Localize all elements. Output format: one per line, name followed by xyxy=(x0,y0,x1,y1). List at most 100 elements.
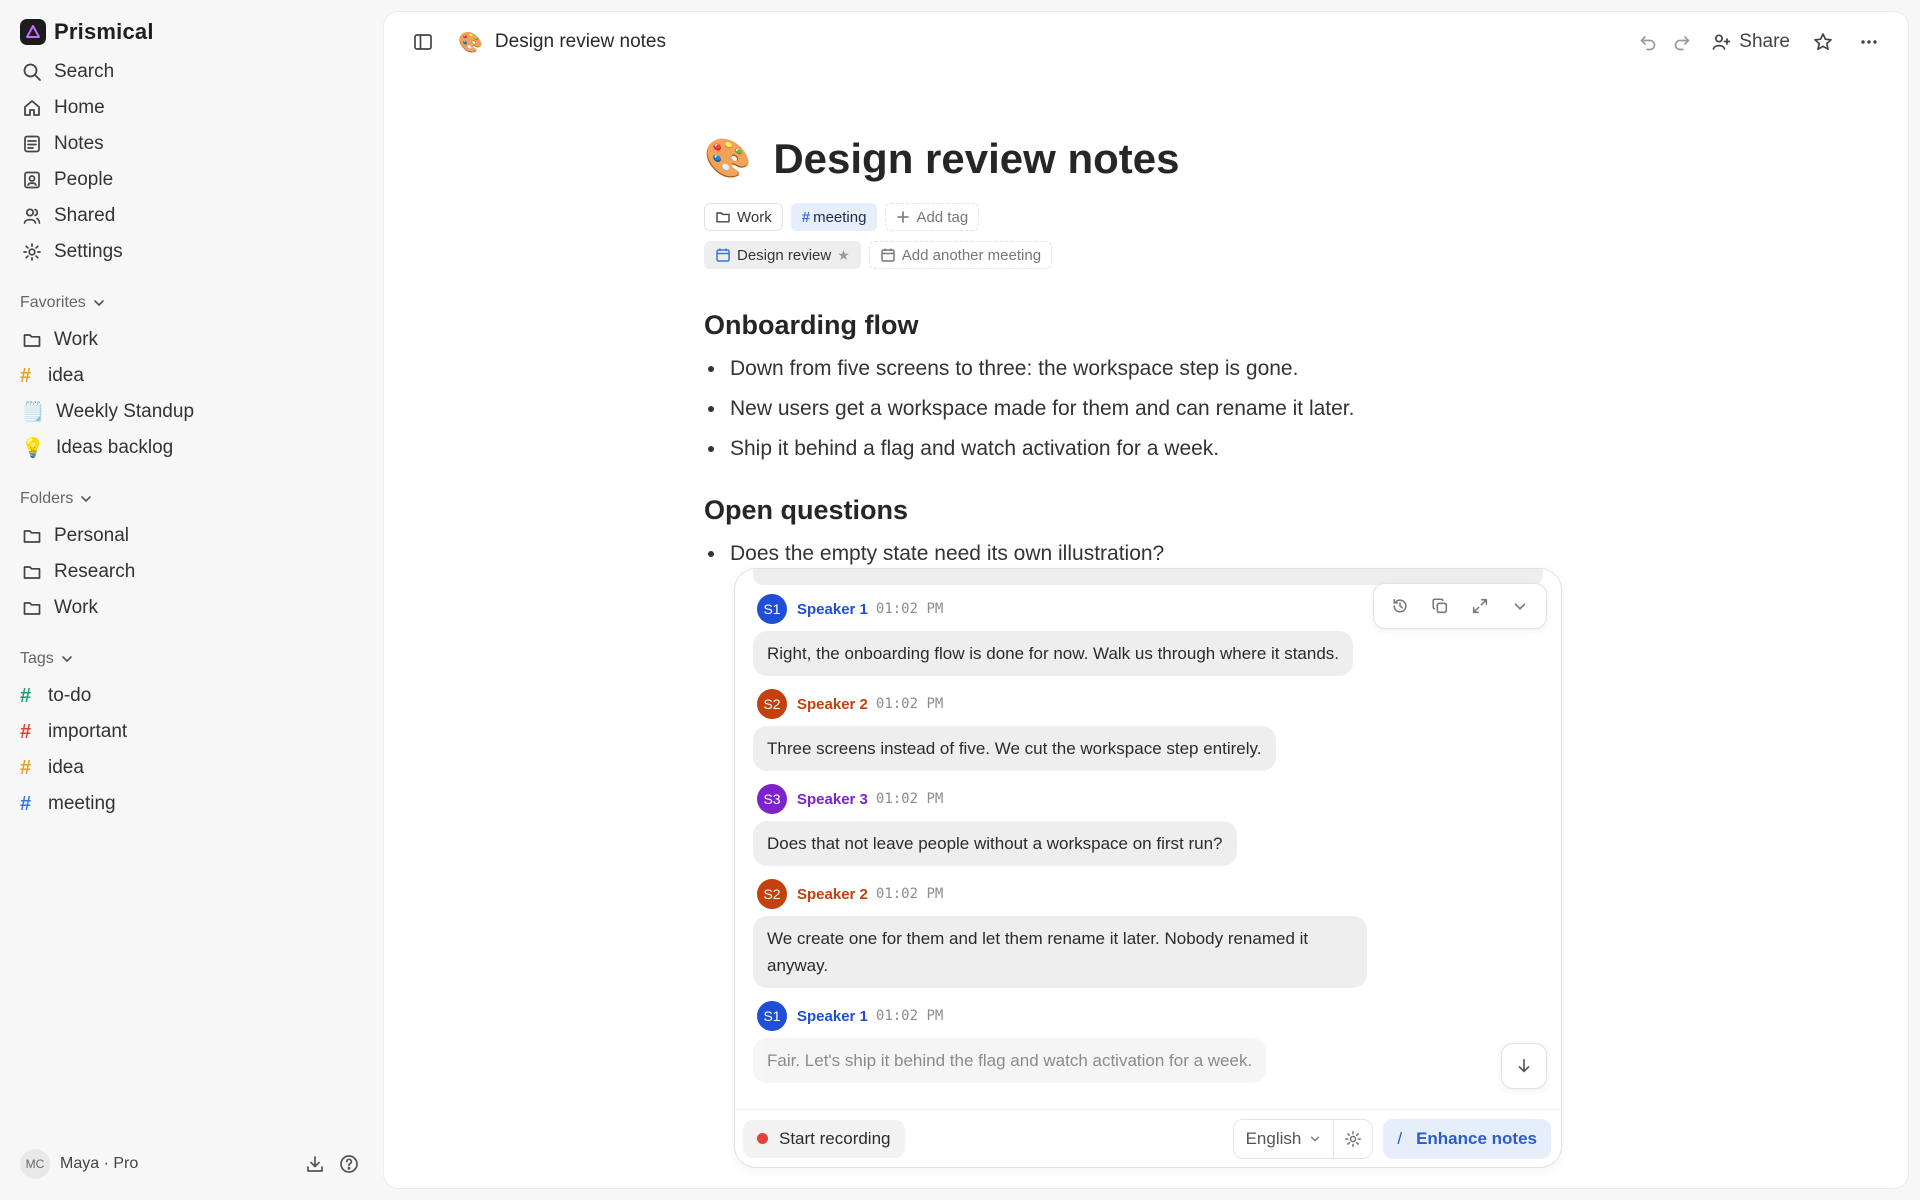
folder-item-research[interactable]: Research xyxy=(20,554,366,590)
tag-item-important[interactable]: # important xyxy=(20,714,366,750)
speaker-name[interactable]: Speaker 3 xyxy=(797,791,868,808)
collapse-button[interactable] xyxy=(1500,588,1540,624)
share-button[interactable]: Share xyxy=(1711,31,1790,53)
history-button[interactable] xyxy=(1380,588,1420,624)
chevron-down-icon xyxy=(93,300,104,307)
tag-chip-meeting[interactable]: # meeting xyxy=(790,203,878,231)
message-time: 01:02 PM xyxy=(875,791,944,807)
favorite-item-work[interactable]: Work xyxy=(20,322,366,358)
download-icon xyxy=(307,1156,323,1172)
language-select[interactable]: English xyxy=(1234,1119,1335,1158)
folder-item-personal[interactable]: Personal xyxy=(20,518,366,554)
folder-icon xyxy=(20,560,44,584)
nav-shared[interactable]: Shared xyxy=(20,198,366,234)
notes-icon xyxy=(20,132,44,156)
nav-search[interactable]: Search xyxy=(20,54,366,90)
chevron-down-icon xyxy=(1514,603,1526,610)
document-title-row: 🎨 Design review notes xyxy=(704,124,1604,194)
nav-label: Home xyxy=(54,97,105,118)
shortcut-hint: / xyxy=(1397,1128,1403,1148)
toggle-sidebar-button[interactable] xyxy=(406,25,440,59)
message-bubble: Right, the onboarding flow is done for n… xyxy=(753,631,1354,676)
nav-settings[interactable]: Settings xyxy=(20,234,366,270)
meeting-chip[interactable]: Design review ★ xyxy=(704,241,861,269)
expand-icon xyxy=(1472,598,1488,614)
section-heading[interactable]: Onboarding flow xyxy=(704,310,1604,341)
folder-chip-label: Work xyxy=(737,208,772,226)
message-time: 01:02 PM xyxy=(875,696,944,712)
speaker-name[interactable]: Speaker 1 xyxy=(797,601,868,618)
start-recording-button[interactable]: Start recording xyxy=(743,1119,905,1158)
start-recording-label: Start recording xyxy=(779,1128,891,1148)
download-button[interactable] xyxy=(298,1147,332,1181)
people-icon xyxy=(20,168,44,192)
tag-label: idea xyxy=(48,757,84,778)
favorite-item-ideas-backlog[interactable]: 💡 Ideas backlog xyxy=(20,430,366,466)
speaker-name[interactable]: Speaker 2 xyxy=(797,696,868,713)
chevron-down-icon xyxy=(81,496,92,503)
record-dot-icon xyxy=(757,1133,768,1144)
transcription-settings-button[interactable] xyxy=(1334,1120,1372,1158)
scroll-to-bottom-button[interactable] xyxy=(1501,1043,1547,1089)
more-horizontal-icon xyxy=(1861,40,1877,44)
app-name: Prismical xyxy=(54,19,154,44)
expand-button[interactable] xyxy=(1460,588,1500,624)
enhance-notes-button[interactable]: / Enhance notes xyxy=(1383,1118,1551,1159)
more-button[interactable] xyxy=(1852,25,1886,59)
add-tag-button[interactable]: Add tag xyxy=(885,203,980,231)
nav-notes[interactable]: Notes xyxy=(20,126,366,162)
nav-people[interactable]: People xyxy=(20,162,366,198)
speaker-name[interactable]: Speaker 2 xyxy=(797,886,868,903)
help-button[interactable] xyxy=(332,1147,366,1181)
folder-chip[interactable]: Work xyxy=(704,203,783,231)
tag-item-meeting[interactable]: # meeting xyxy=(20,786,366,822)
transcript-message: S1 Speaker 1 01:02 PM Fair. Let's ship i… xyxy=(753,1000,1533,1083)
redo-button[interactable] xyxy=(1665,25,1699,59)
message-time: 01:02 PM xyxy=(875,886,944,902)
note-emoji-icon: 🎨 xyxy=(458,31,483,54)
undo-icon xyxy=(1640,36,1656,51)
favorite-item-weekly-standup[interactable]: 🗒️ Weekly Standup xyxy=(20,394,366,430)
language-value: English xyxy=(1245,1128,1302,1148)
section-heading[interactable]: Open questions xyxy=(704,495,1604,526)
transcript-toolbar xyxy=(1373,583,1547,629)
document-title[interactable]: Design review notes xyxy=(773,135,1179,183)
nav-home[interactable]: Home xyxy=(20,90,366,126)
folder-item-work[interactable]: Work xyxy=(20,590,366,626)
hash-icon: # xyxy=(20,756,32,779)
transcript-messages: S1 Speaker 1 01:02 PM Right, the onboard… xyxy=(753,593,1533,1095)
breadcrumb-title[interactable]: Design review notes xyxy=(495,31,666,53)
avatar[interactable]: MC xyxy=(20,1149,50,1179)
document-emoji-icon[interactable]: 🎨 xyxy=(704,137,751,181)
shared-users-icon xyxy=(20,204,44,228)
favorite-label: Work xyxy=(54,329,98,350)
message-bubble: Fair. Let's ship it behind the flag and … xyxy=(753,1038,1267,1083)
add-meeting-button[interactable]: Add another meeting xyxy=(868,241,1053,269)
add-tag-label: Add tag xyxy=(916,208,969,226)
star-icon: ★ xyxy=(837,246,850,263)
tags-header[interactable]: Tags xyxy=(20,644,366,674)
favorite-button[interactable] xyxy=(1806,25,1840,59)
undo-button[interactable] xyxy=(1631,25,1665,59)
transcript-panel: S1 Speaker 1 01:02 PM Right, the onboard… xyxy=(734,568,1562,1168)
speaker-name[interactable]: Speaker 1 xyxy=(797,1008,868,1025)
bullet-item[interactable]: Down from five screens to three: the wor… xyxy=(704,349,1604,389)
favorite-label: idea xyxy=(48,365,84,386)
hash-icon: # xyxy=(20,792,32,815)
hash-icon: # xyxy=(20,684,32,707)
nav-label: Settings xyxy=(54,241,123,262)
favorites-header[interactable]: Favorites xyxy=(20,288,366,318)
copy-button[interactable] xyxy=(1420,588,1460,624)
bullet-item[interactable]: New users get a workspace made for them … xyxy=(704,389,1604,429)
favorites-title: Favorites xyxy=(20,294,86,311)
brand[interactable]: Prismical xyxy=(20,16,366,48)
folders-header[interactable]: Folders xyxy=(20,484,366,514)
favorite-item-idea[interactable]: # idea xyxy=(20,358,366,394)
transcript-message: S3 Speaker 3 01:02 PM Does that not leav… xyxy=(753,783,1533,866)
tag-item-idea[interactable]: # idea xyxy=(20,750,366,786)
speaker-avatar: S2 xyxy=(757,689,787,719)
user-label[interactable]: Maya · Pro xyxy=(60,1155,298,1173)
chevron-down-icon xyxy=(1311,1136,1320,1142)
bullet-item[interactable]: Ship it behind a flag and watch activati… xyxy=(704,429,1604,469)
tag-item-to-do[interactable]: # to-do xyxy=(20,678,366,714)
